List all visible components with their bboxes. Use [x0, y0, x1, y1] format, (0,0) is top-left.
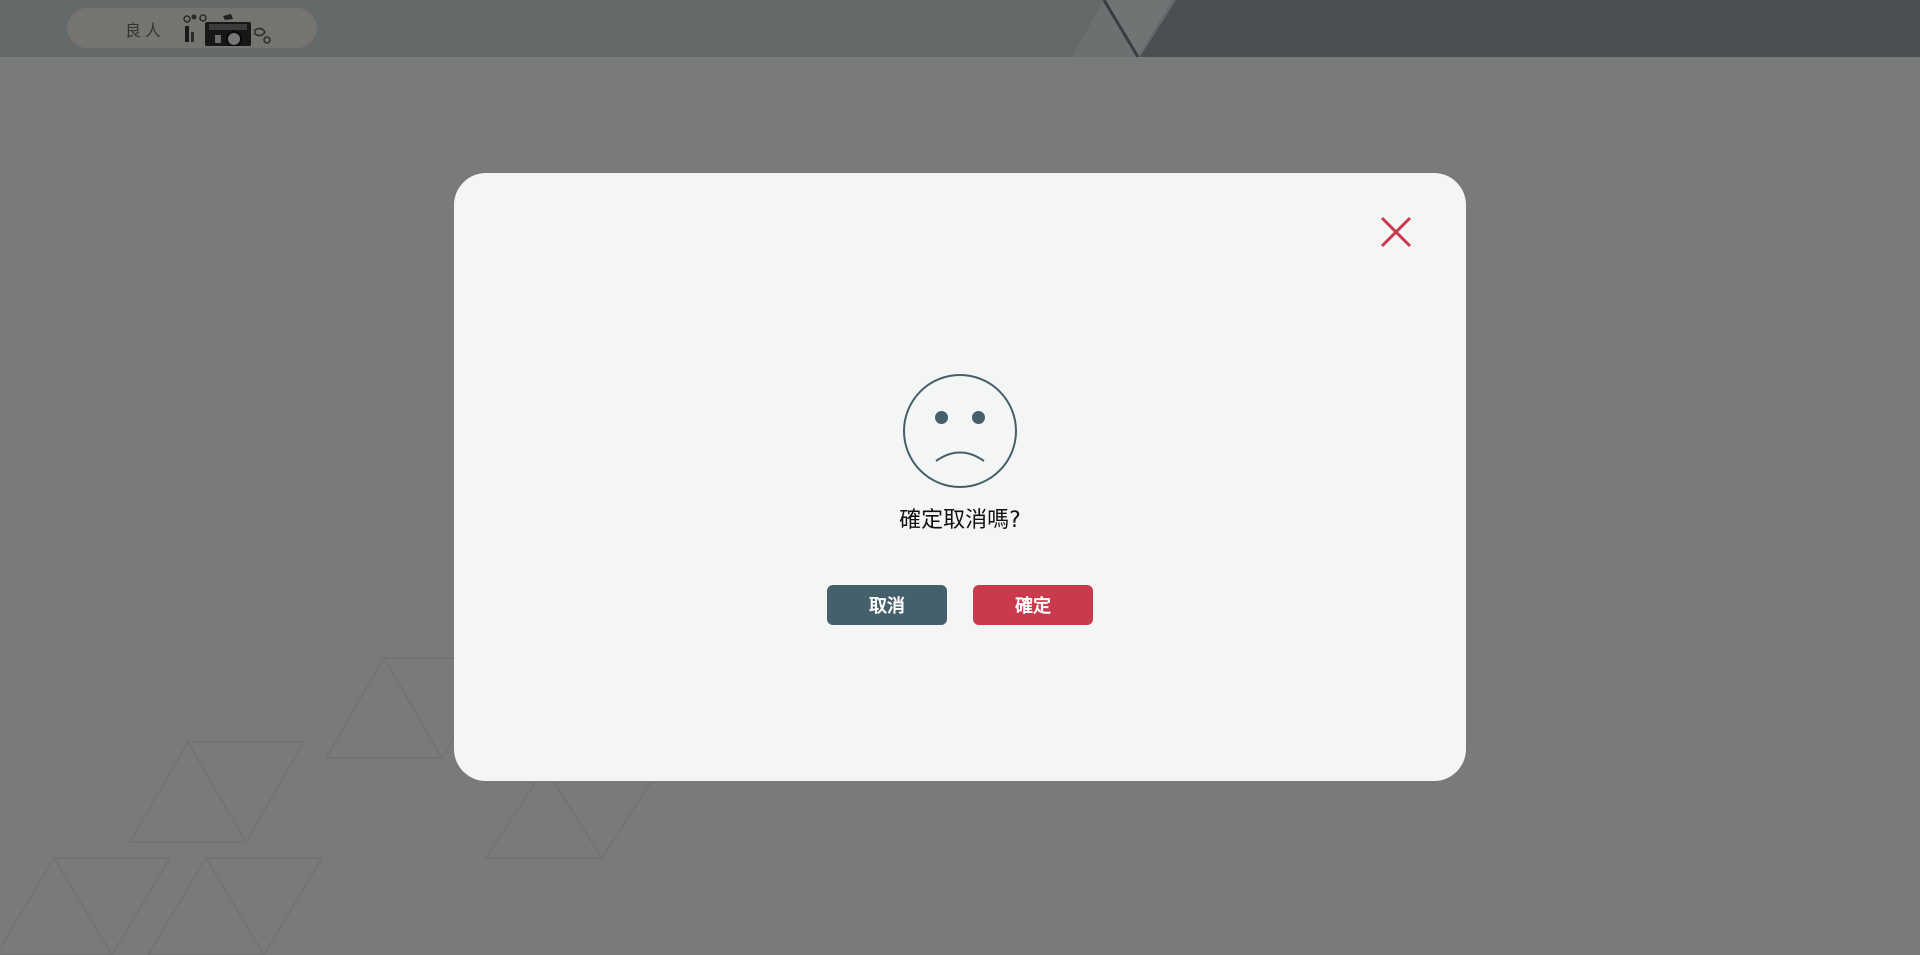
cancel-button[interactable]: 取消 [827, 585, 947, 625]
sad-face-icon [903, 374, 1017, 488]
page: 良人 [0, 0, 1920, 955]
confirm-dialog: 確定取消嗎? 取消 確定 [454, 173, 1466, 781]
confirm-button[interactable]: 確定 [973, 585, 1093, 625]
close-button[interactable] [1378, 214, 1414, 250]
close-icon [1380, 216, 1412, 248]
dialog-message: 確定取消嗎? [899, 508, 1021, 533]
